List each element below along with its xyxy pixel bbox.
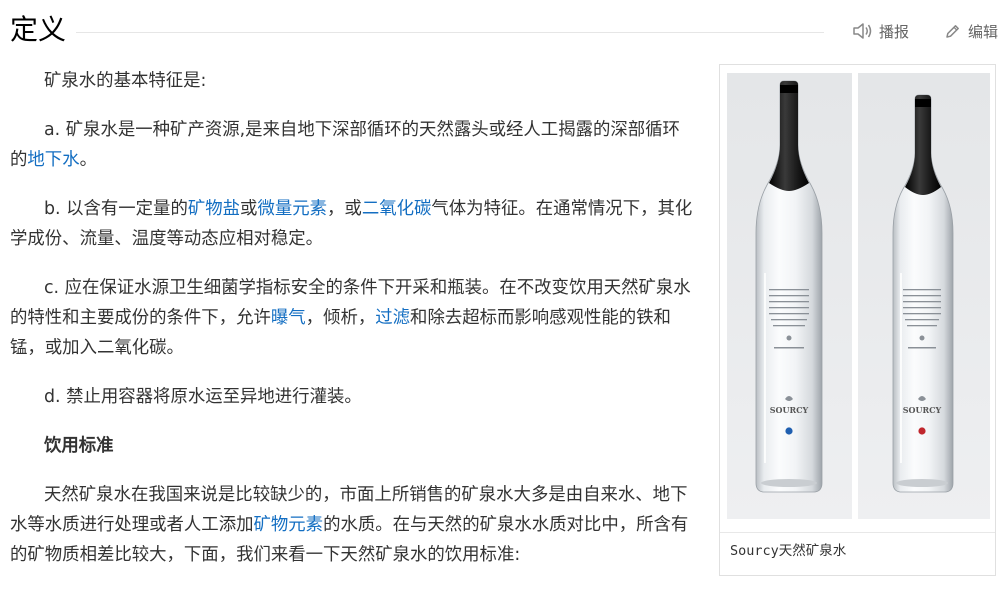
text-span: a. 矿泉水是一种矿产资源,是来自地下深部循环的天然露头或经人工揭露的深部循环的 <box>10 120 680 170</box>
bottle-photo[interactable]: SOURCY SOURCY <box>727 73 990 525</box>
paragraph-item-a: a. 矿泉水是一种矿产资源,是来自地下深部循环的天然露头或经人工揭露的深部循环的… <box>10 115 696 175</box>
play-label: 播报 <box>879 22 910 41</box>
text-span: 或 <box>240 199 258 219</box>
caption-divider <box>720 532 995 533</box>
intro-paragraph: 矿泉水的基本特征是: <box>44 71 207 91</box>
title-divider <box>76 32 824 33</box>
text-span: b. 以含有一定量的 <box>44 199 188 219</box>
link-aeration[interactable]: 曝气 <box>271 308 306 328</box>
pencil-icon <box>946 24 959 38</box>
text-span: ，或 <box>327 199 362 219</box>
section-header: 定义 播报 编辑 <box>0 0 1007 62</box>
image-figure[interactable]: SOURCY SOURCY Sourcy天然矿泉水 <box>719 64 996 576</box>
paragraph-item-d: d. 禁止用容器将原水运至异地进行灌装。 <box>44 387 362 407</box>
section-title: 定义 <box>10 13 67 46</box>
bottle-brand-label: SOURCY <box>770 405 809 415</box>
link-carbon-dioxide[interactable]: 二氧化碳 <box>362 199 432 219</box>
link-mineral-element[interactable]: 矿物元素 <box>253 515 323 535</box>
link-groundwater[interactable]: 地下水 <box>27 150 79 170</box>
text-span: 。 <box>79 150 97 170</box>
link-mineral-salt[interactable]: 矿物盐 <box>188 199 240 219</box>
bottle-brand-label: SOURCY <box>903 405 942 415</box>
article-body: 矿泉水的基本特征是: a. 矿泉水是一种矿产资源,是来自地下深部循环的天然露头或… <box>10 62 696 589</box>
speaker-icon <box>853 23 872 39</box>
play-button[interactable]: 播报 <box>852 18 909 44</box>
edit-label: 编辑 <box>968 22 999 41</box>
paragraph-last: 天然矿泉水在我国来说是比较缺少的，市面上所销售的矿泉水大多是由自来水、地下水等水… <box>10 480 696 570</box>
image-caption: Sourcy天然矿泉水 <box>730 543 847 559</box>
bottle-image: SOURCY SOURCY <box>727 73 990 519</box>
text-span: ，倾析， <box>305 308 376 328</box>
subheading-drinking-standard: 饮用标准 <box>44 436 114 456</box>
paragraph-item-c: c. 应在保证水源卫生细菌学指标安全的条件下开采和瓶装。在不改变饮用天然矿泉水的… <box>10 273 696 363</box>
paragraph-item-b: b. 以含有一定量的矿物盐或微量元素，或二氧化碳气体为特征。在通常情况下，其化学… <box>10 194 696 254</box>
link-trace-element[interactable]: 微量元素 <box>257 199 327 219</box>
link-filtration[interactable]: 过滤 <box>375 308 410 328</box>
edit-button[interactable]: 编辑 <box>944 18 998 44</box>
